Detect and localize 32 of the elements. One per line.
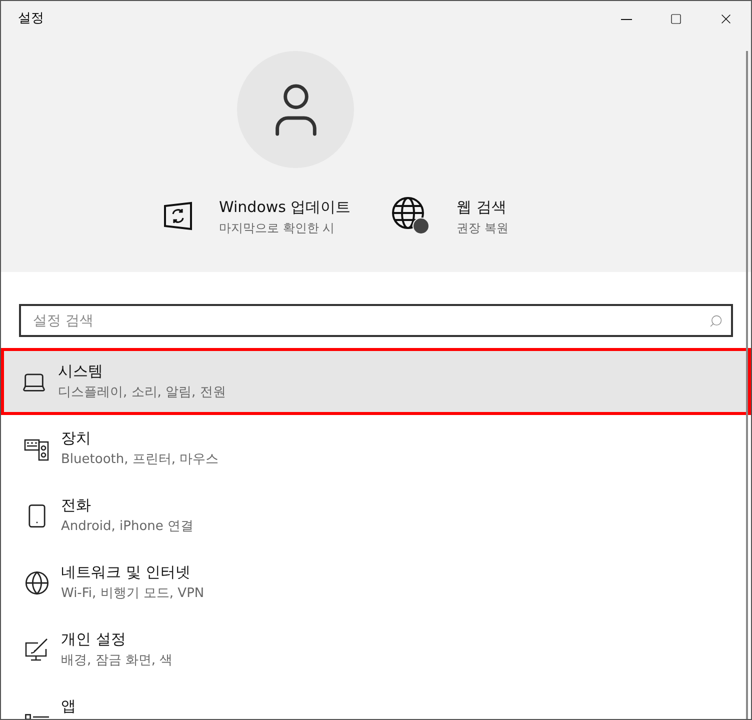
settings-category[interactable]: 시스템 디스플레이, 소리, 알림, 전원 [1,348,751,415]
scrollbar[interactable] [746,51,748,719]
category-title: 앱 [61,696,76,717]
category-subtitle: Wi-Fi, 비행기 모드, VPN [61,584,204,602]
monitor-brush-icon [24,637,50,663]
settings-category[interactable]: 전화 Android, iPhone 연결 [1,482,751,549]
settings-category[interactable]: 장치 Bluetooth, 프린터, 마우스 [1,415,751,482]
search-icon [709,314,723,328]
minimize-icon [620,18,632,20]
category-subtitle: 배경, 잠금 화면, 색 [61,652,173,670]
globe-status-icon [390,196,431,236]
settings-category[interactable]: 앱 [1,683,751,719]
category-title: 장치 [61,428,92,449]
update-icon [163,201,193,232]
category-title: 네트워크 및 인터넷 [61,562,192,583]
category-title: 개인 설정 [61,629,127,650]
category-subtitle: 디스플레이, 소리, 알림, 전원 [58,384,226,402]
category-title: 시스템 [58,361,104,382]
settings-category[interactable]: 네트워크 및 인터넷 Wi-Fi, 비행기 모드, VPN [1,549,751,616]
quick-action-subtitle: 마지막으로 확인한 시 [219,220,336,236]
category-subtitle: Android, iPhone 연결 [61,518,194,536]
category-title: 전화 [61,495,92,516]
quick-action-subtitle: 권장 복원 [456,220,509,236]
quick-action-title[interactable]: Windows 업데이트 [219,196,351,218]
search-field[interactable]: 설정 검색 [19,304,733,337]
globe-icon [24,570,50,596]
category-subtitle: Bluetooth, 프린터, 마우스 [61,450,219,468]
maximize-icon [670,13,682,25]
settings-category[interactable]: 개인 설정 배경, 잠금 화면, 색 [1,616,751,683]
window-title: 설정 [18,10,44,28]
list-icon [25,714,49,719]
quick-action-title[interactable]: 웹 검색 [456,196,509,218]
